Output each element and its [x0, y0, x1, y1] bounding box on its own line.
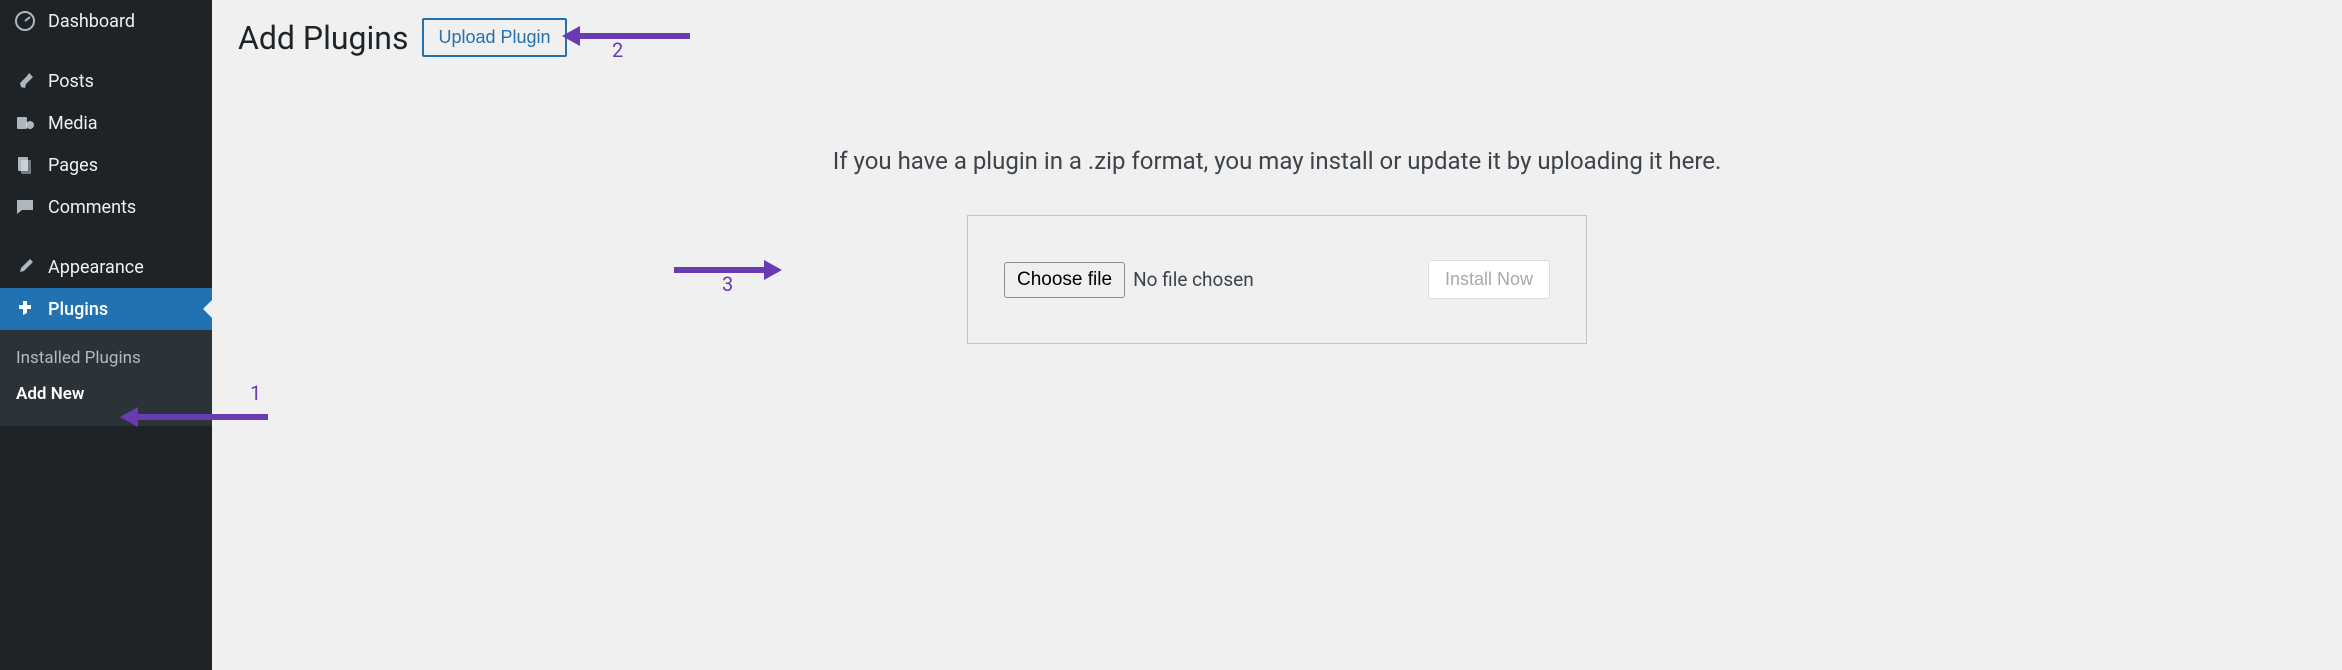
nav-label: Media: [48, 113, 98, 134]
pages-icon: [14, 154, 36, 176]
submenu-installed-plugins[interactable]: Installed Plugins: [0, 340, 212, 376]
nav-label: Appearance: [48, 257, 144, 278]
nav-label: Posts: [48, 71, 94, 92]
upload-instruction: If you have a plugin in a .zip format, y…: [238, 147, 2316, 175]
nav-label: Comments: [48, 197, 136, 218]
install-now-button[interactable]: Install Now: [1428, 260, 1550, 299]
page-title: Add Plugins: [238, 19, 408, 57]
annotation-label-1: 1: [250, 381, 261, 405]
media-icon: [14, 112, 36, 134]
admin-sidebar: Dashboard Posts Media Pages Comments App…: [0, 0, 212, 670]
choose-file-button[interactable]: Choose file: [1004, 262, 1125, 298]
file-status-text: No file chosen: [1133, 268, 1254, 291]
file-input-area: Choose file No file chosen: [1004, 262, 1254, 298]
annotation-label-2: 2: [612, 38, 623, 62]
pin-icon: [14, 70, 36, 92]
nav-label: Pages: [48, 155, 98, 176]
nav-pages[interactable]: Pages: [0, 144, 212, 186]
comments-icon: [14, 196, 36, 218]
upload-plugin-button[interactable]: Upload Plugin: [422, 18, 566, 57]
annotation-arrow-1: 1: [120, 407, 268, 427]
nav-comments[interactable]: Comments: [0, 186, 212, 228]
nav-appearance[interactable]: Appearance: [0, 246, 212, 288]
nav-plugins[interactable]: Plugins: [0, 288, 212, 330]
brush-icon: [14, 256, 36, 278]
page-header: Add Plugins Upload Plugin: [238, 18, 2316, 57]
annotation-arrow-3: 3: [674, 260, 782, 280]
annotation-arrow-2: 2: [562, 26, 690, 46]
annotation-label-3: 3: [722, 272, 733, 296]
nav-posts[interactable]: Posts: [0, 60, 212, 102]
main-content: Add Plugins Upload Plugin If you have a …: [212, 0, 2342, 670]
plugin-icon: [14, 298, 36, 320]
nav-label: Dashboard: [48, 11, 135, 32]
nav-media[interactable]: Media: [0, 102, 212, 144]
dashboard-icon: [14, 10, 36, 32]
upload-form: Choose file No file chosen Install Now: [967, 215, 1587, 344]
nav-label: Plugins: [48, 299, 108, 320]
nav-dashboard[interactable]: Dashboard: [0, 0, 212, 42]
